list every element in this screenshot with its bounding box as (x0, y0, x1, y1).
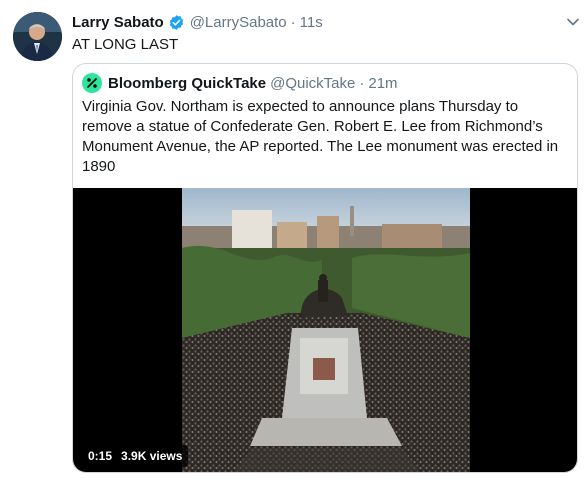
video-info-badge: 0:15 3.9K views (82, 445, 189, 467)
chevron-down-icon[interactable] (563, 12, 583, 32)
quoted-author-handle: @QuickTake (270, 74, 356, 92)
tweet-text: AT LONG LAST (72, 36, 179, 53)
quoted-author-line: Bloomberg QuickTake @QuickTake · 21m (82, 73, 398, 93)
tweet-timestamp[interactable]: 11s (300, 14, 323, 31)
quoted-tweet-text: Virginia Gov. Northam is expected to ann… (82, 98, 559, 175)
quoted-separator-dot: · (359, 74, 365, 92)
quoted-timestamp: 21m (368, 74, 398, 92)
video-views: 3.9K views (121, 449, 183, 463)
separator-dot: · (290, 13, 296, 31)
video-duration: 0:15 (88, 449, 113, 463)
video-player[interactable]: 0:15 3.9K views (73, 188, 577, 472)
quoted-tweet-card[interactable]: Bloomberg QuickTake @QuickTake · 21m Vir… (72, 63, 578, 473)
verified-badge-icon (168, 14, 185, 31)
author-name[interactable]: Larry Sabato (72, 14, 164, 31)
quicktake-logo-icon (82, 73, 102, 93)
avatar[interactable] (13, 12, 62, 61)
author-handle[interactable]: @LarrySabato (190, 14, 287, 31)
tweet-author-line: Larry Sabato @LarrySabato · 11s (72, 12, 323, 32)
quoted-author-name: Bloomberg QuickTake (108, 74, 267, 92)
video-frame (182, 188, 470, 472)
